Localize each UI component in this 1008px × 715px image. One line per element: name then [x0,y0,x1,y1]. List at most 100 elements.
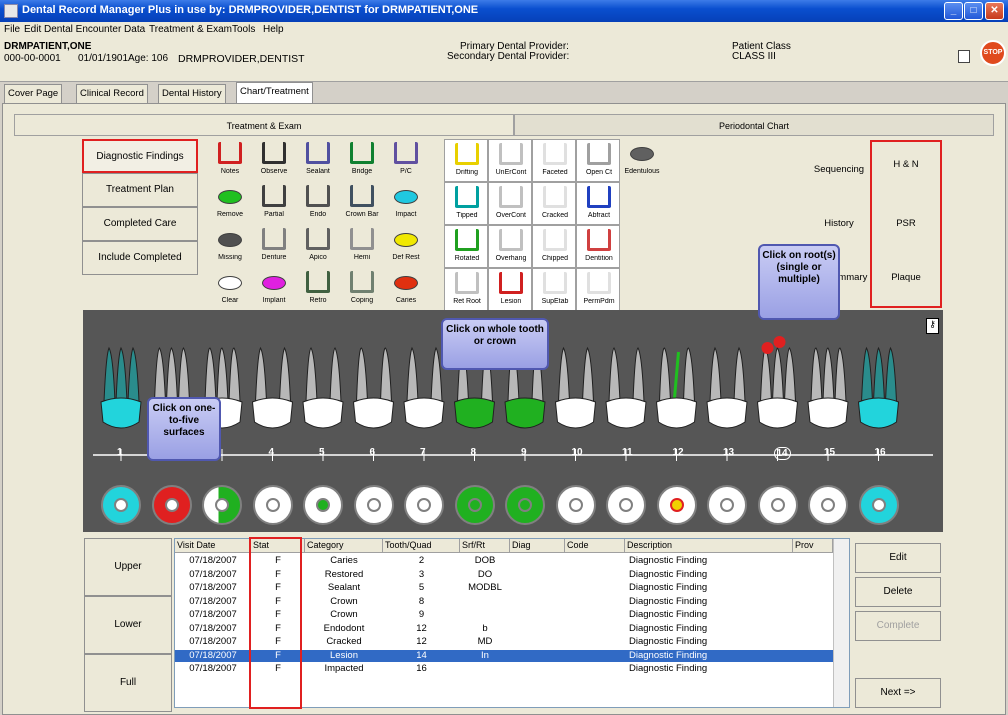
tooth-surface-16[interactable] [858,485,899,525]
menu-file[interactable]: File [4,24,20,35]
tool-faceted-button[interactable]: Faceted [532,139,576,182]
tooth-5[interactable] [302,347,344,429]
tool-impact-button[interactable]: Impact [384,182,428,225]
tooth-occlusal-surface[interactable] [265,498,280,512]
tool-dentition-button[interactable]: Dentition [576,225,620,268]
tooth-7[interactable] [403,346,445,429]
tab-chart-treatment[interactable]: Chart/Treatment [236,82,313,103]
menu-help[interactable]: Help [263,24,284,35]
menu-dental-encounter-data[interactable]: Dental Encounter Data [44,24,145,35]
complete-button[interactable]: Complete [855,611,941,641]
tooth-occlusal-surface[interactable] [316,498,330,512]
tool-tipped-button[interactable]: Tipped [444,182,488,225]
tooth-1[interactable] [100,346,142,429]
tooth-13[interactable] [706,346,748,429]
completed-care-button[interactable]: Completed Care [82,207,198,241]
tool-permpdm-button[interactable]: PermPdm [576,268,620,311]
print-icon[interactable] [958,50,970,63]
menu-treatment-exam[interactable]: Treatment & Exam [149,24,232,35]
tooth-surface-12[interactable] [656,485,697,525]
tooth-surface-2[interactable] [151,485,192,525]
tool-apico-button[interactable]: Apico [296,225,340,268]
tooth-surface-1[interactable] [101,485,141,525]
tooth-occlusal-surface[interactable] [871,498,886,512]
tooth-occlusal-surface[interactable] [164,498,179,512]
tooth-11[interactable] [605,347,647,429]
tool-endo-button[interactable]: Endo [296,182,340,225]
tool-ret-root-button[interactable]: Ret Root [444,268,488,311]
tool-chipped-button[interactable]: Chipped [532,225,576,268]
tooth-surface-5[interactable] [303,485,343,525]
diagnostic-findings-button[interactable]: Diagnostic Findings [82,139,198,173]
tool-retro-button[interactable]: Retro [296,268,340,311]
tooth-surface-14[interactable] [757,485,798,525]
tool-denture-button[interactable]: Denture [252,225,296,268]
plaque-button[interactable]: Plaque [875,258,937,298]
tool-remove-button[interactable]: Remove [208,182,252,225]
tool-supetab-button[interactable]: SupEtab [532,268,576,311]
tooth-surface-7[interactable] [404,485,444,525]
tooth-4[interactable] [251,346,294,429]
tool-overcont-button[interactable]: OverCont [488,182,532,225]
history-button[interactable]: History [808,204,870,244]
tool-observe-button[interactable]: Observe [252,139,296,182]
menu-edit[interactable]: Edit [24,24,41,35]
tooth-occlusal-surface[interactable] [215,498,229,512]
tool-open-ct-button[interactable]: Open Ct [576,139,620,182]
tool-clear-button[interactable]: Clear [208,268,252,311]
tab-cover-page[interactable]: Cover Page [4,84,63,103]
tool-drifting-button[interactable]: Drifting [444,139,488,182]
tool-notes-button[interactable]: Notes [208,139,252,182]
tooth-surface-4[interactable] [252,485,293,525]
tooth-14[interactable] [756,336,799,429]
tooth-occlusal-surface[interactable] [366,498,381,512]
tool-unercont-button[interactable]: UnErCont [488,139,532,182]
menu-tools[interactable]: Tools [232,24,255,35]
subtab-periodontal-chart[interactable]: Periodontal Chart [514,114,994,136]
tool-rotated-button[interactable]: Rotated [444,225,488,268]
grid-header-visit-date[interactable]: Visit Date [175,539,251,553]
tool-def-rest-button[interactable]: Def Rest [384,225,428,268]
tooth-surface-8[interactable] [454,485,495,525]
tooth-occlusal-surface[interactable] [417,498,431,512]
maximize-button[interactable]: □ [964,2,983,20]
tooth-surface-15[interactable] [808,485,848,525]
edit-button[interactable]: Edit [855,543,941,573]
grid-header-description[interactable]: Description [625,539,793,553]
grid-header-tooth-quad[interactable]: Tooth/Quad [383,539,460,553]
full-arch-tab[interactable]: Full [84,654,172,712]
tool-abfract-button[interactable]: Abfract [576,182,620,225]
tooth-15[interactable] [807,347,849,429]
tooth-surface-6[interactable] [353,485,394,525]
tab-dental-history[interactable]: Dental History [158,84,226,103]
tool-implant-button[interactable]: Implant [252,268,296,311]
tool-sealant-button[interactable]: Sealant [296,139,340,182]
psr-button[interactable]: PSR [875,204,937,244]
tooth-occlusal-surface[interactable] [114,498,128,512]
tool-edentulous-button[interactable]: Edentulous [620,139,664,182]
tooth-surface-3[interactable] [202,485,242,525]
grid-header-diag[interactable]: Diag [510,539,565,553]
tooth-surface-9[interactable] [505,485,545,525]
tool-hemi-button[interactable]: Hemi [340,225,384,268]
include-completed-button[interactable]: Include Completed [82,241,198,275]
tool-lesion-button[interactable]: Lesion [488,268,532,311]
key-icon[interactable]: ⚷ [926,318,939,334]
minimize-button[interactable]: _ [944,2,963,20]
subtab-treatment-exam[interactable]: Treatment & Exam [14,114,514,136]
tab-clinical-record[interactable]: Clinical Record [76,84,148,103]
grid-header-srf-rt[interactable]: Srf/Rt [460,539,510,553]
close-button[interactable]: ✕ [985,2,1004,20]
tooth-16[interactable] [857,346,900,429]
upper-arch-tab[interactable]: Upper [84,538,172,596]
grid-header-prov[interactable]: Prov [793,539,833,553]
tool-caries-button[interactable]: Caries [384,268,428,311]
sequencing-button[interactable]: Sequencing [808,150,870,190]
tool-bridge-button[interactable]: Bridge [340,139,384,182]
delete-button[interactable]: Delete [855,577,941,607]
tooth-12[interactable] [655,347,698,429]
next-button[interactable]: Next => [855,678,941,708]
tool-coping-button[interactable]: Coping [340,268,384,311]
tooth-6[interactable] [352,347,395,429]
tool-crown-bar-button[interactable]: Crown Bar [340,182,384,225]
